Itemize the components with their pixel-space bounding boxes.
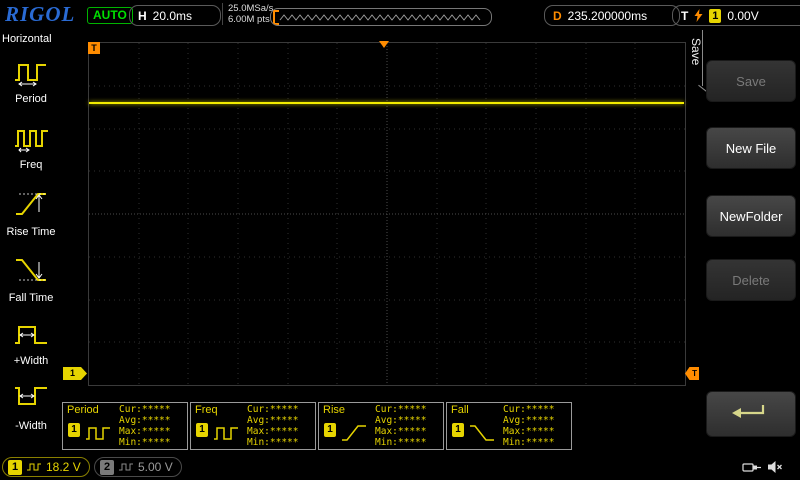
measurement-values: Cur:***** Avg:***** Max:***** Min:*****: [375, 404, 426, 448]
measurement-channel-badge: 1: [68, 423, 80, 437]
channel1-coupling-icon: [26, 462, 42, 472]
menu-item-rise-time[interactable]: Rise Time: [0, 186, 62, 238]
channel2-status: 2 5.00 V: [94, 457, 182, 477]
measurement-cur: Cur:*****: [119, 404, 170, 415]
measurement-avg: Avg:*****: [247, 415, 298, 426]
acquisition-info: 25.0MSa/s 6.00M pts: [222, 3, 273, 25]
channel2-badge: 2: [100, 460, 114, 475]
graticule: [89, 43, 685, 385]
trigger-corner-marker: T: [88, 42, 100, 54]
measurement-name: Rise: [323, 404, 345, 416]
measurement-channel-badge: 1: [196, 423, 208, 437]
fall-meas-icon: [468, 421, 498, 443]
measurement-min: Min:*****: [119, 437, 170, 448]
usb-icon: [742, 460, 762, 475]
measurement-max: Max:*****: [247, 426, 298, 437]
menu-tab-save: Save: [689, 38, 703, 65]
delay-label: D: [553, 9, 562, 23]
measurement-name: Fall: [451, 404, 469, 416]
measurement-channel-badge: 1: [324, 423, 336, 437]
trigger-position-marker: [379, 41, 389, 48]
rigol-logo: RIGOL: [5, 2, 75, 27]
period-meas-icon: [84, 421, 114, 443]
sample-rate: 25.0MSa/s: [228, 3, 273, 14]
h-label: H: [138, 9, 147, 23]
menu-item-period[interactable]: Period: [0, 55, 62, 105]
channel1-scale: 18.2 V: [46, 460, 81, 474]
delay-value: 235.200000ms: [568, 9, 647, 23]
channel1-badge: 1: [8, 460, 22, 475]
channel2-scale: 5.00 V: [138, 460, 173, 474]
channel1-status: 1 18.2 V: [2, 457, 90, 477]
menu-tab-divider: [702, 30, 703, 86]
new-folder-button[interactable]: NewFolder: [706, 195, 796, 237]
measurement-max: Max:*****: [119, 426, 170, 437]
menu-item-label: Period: [0, 93, 62, 105]
horizontal-timebase-box: H 20.0ms: [129, 5, 221, 26]
measurement-box-freq: Freq 1 Cur:***** Avg:***** Max:***** Min…: [190, 402, 316, 450]
left-menu-title: Horizontal: [2, 33, 52, 45]
menu-item-fall-time[interactable]: Fall Time: [0, 252, 62, 304]
measurement-avg: Avg:*****: [503, 415, 554, 426]
measurement-box-rise: Rise 1 Cur:***** Avg:***** Max:***** Min…: [318, 402, 444, 450]
measurement-min: Min:*****: [247, 437, 298, 448]
measurement-avg: Avg:*****: [119, 415, 170, 426]
menu-item-label: +Width: [0, 355, 62, 367]
measurement-avg: Avg:*****: [375, 415, 426, 426]
trigger-level-value: 0.00V: [727, 9, 758, 23]
menu-item-label: Fall Time: [0, 292, 62, 304]
channel2-coupling-icon: [118, 462, 134, 472]
measurement-name: Freq: [195, 404, 218, 416]
trigger-level-marker: T: [685, 367, 699, 380]
delay-box: D 235.200000ms: [544, 5, 680, 26]
menu-item-plus-width[interactable]: +Width: [0, 317, 62, 367]
channel1-trace: [89, 102, 684, 104]
measurement-cur: Cur:*****: [503, 404, 554, 415]
menu-item-label: Rise Time: [0, 226, 62, 238]
memory-depth: 6.00M pts: [228, 14, 273, 25]
plus-width-icon: [11, 317, 51, 349]
enter-button[interactable]: [706, 391, 796, 437]
menu-item-freq[interactable]: Freq: [0, 121, 62, 171]
minus-width-icon: [11, 382, 51, 414]
rise-meas-icon: [340, 421, 370, 443]
measurement-cur: Cur:*****: [375, 404, 426, 415]
measurement-values: Cur:***** Avg:***** Max:***** Min:*****: [503, 404, 554, 448]
period-icon: [11, 55, 51, 87]
new-file-button[interactable]: New File: [706, 127, 796, 169]
waveform-overview-icon: [279, 10, 487, 24]
freq-meas-icon: [212, 421, 242, 443]
fall-time-icon: [11, 252, 51, 286]
speaker-mute-icon: [767, 459, 784, 475]
menu-item-label: -Width: [0, 420, 62, 432]
waveform-display-grid: [88, 42, 686, 386]
save-button[interactable]: Save: [706, 60, 796, 102]
measurement-box-fall: Fall 1 Cur:***** Avg:***** Max:***** Min…: [446, 402, 572, 450]
freq-icon: [11, 121, 51, 153]
oscilloscope-screen: RIGOL AUTO H 20.0ms 25.0MSa/s 6.00M pts …: [0, 0, 800, 480]
channel1-offset-marker: 1: [63, 367, 87, 380]
measurement-cur: Cur:*****: [247, 404, 298, 415]
trigger-box: T 1 0.00V: [672, 5, 800, 26]
delete-button[interactable]: Delete: [706, 259, 796, 301]
measurement-max: Max:*****: [503, 426, 554, 437]
trigger-bolt-icon: [694, 9, 703, 22]
measurement-channel-badge: 1: [452, 423, 464, 437]
menu-item-label: Freq: [0, 159, 62, 171]
enter-arrow-icon: [729, 401, 773, 427]
measurement-values: Cur:***** Avg:***** Max:***** Min:*****: [247, 404, 298, 448]
timebase-value: 20.0ms: [153, 9, 192, 23]
rise-time-icon: [11, 186, 51, 220]
measurement-name: Period: [67, 404, 99, 416]
menu-item-minus-width[interactable]: -Width: [0, 382, 62, 432]
trigger-label: T: [681, 9, 688, 23]
waveform-position-indicator: [270, 8, 492, 26]
trigger-source-badge: 1: [709, 9, 721, 23]
measurement-max: Max:*****: [375, 426, 426, 437]
measurement-values: Cur:***** Avg:***** Max:***** Min:*****: [119, 404, 170, 448]
measurement-min: Min:*****: [375, 437, 426, 448]
measurement-box-period: Period 1 Cur:***** Avg:***** Max:***** M…: [62, 402, 188, 450]
run-status-badge: AUTO: [87, 7, 133, 24]
measurement-min: Min:*****: [503, 437, 554, 448]
